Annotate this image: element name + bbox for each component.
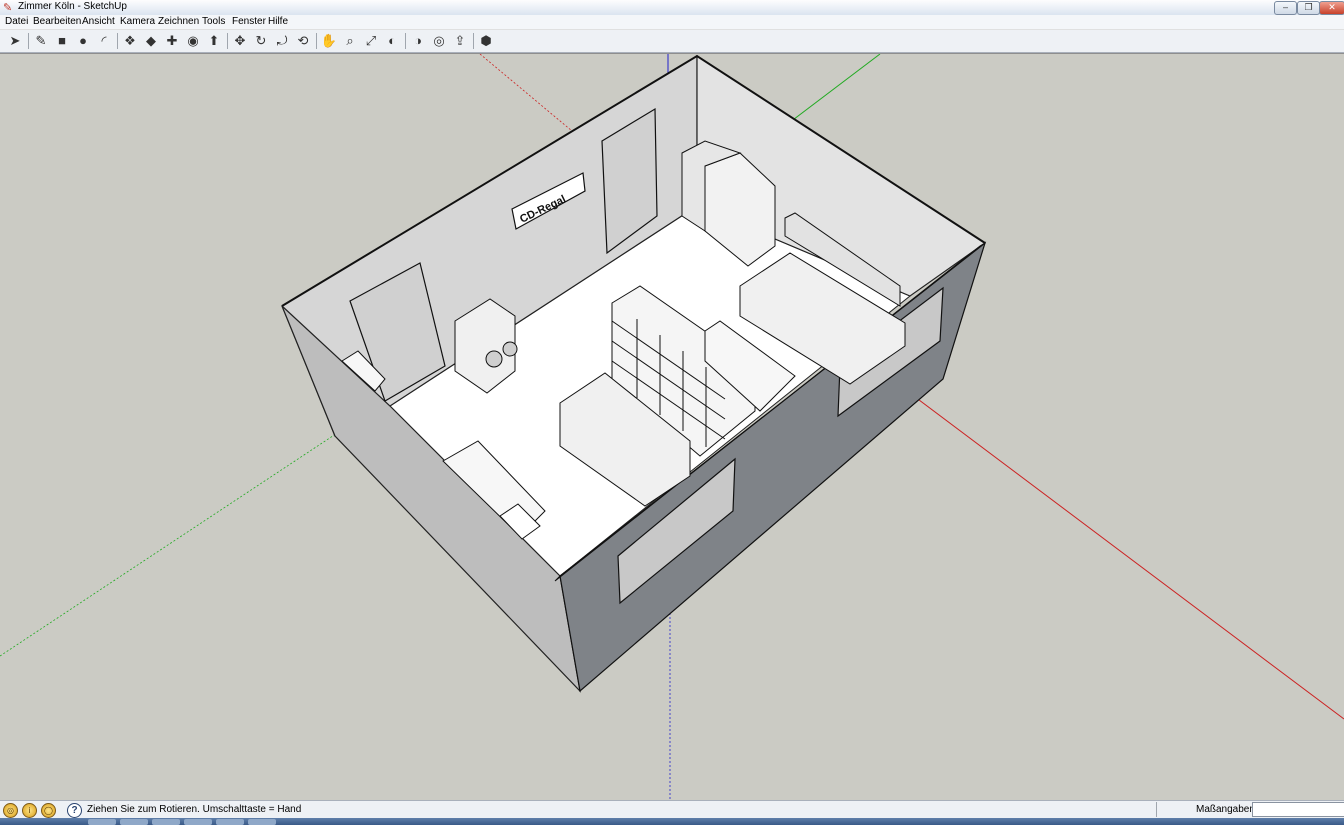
measurements-input[interactable] bbox=[1252, 802, 1344, 817]
os-taskbar bbox=[0, 818, 1344, 825]
toolbar-separator bbox=[117, 33, 118, 49]
toolbar-separator bbox=[405, 33, 406, 49]
credits-icon[interactable]: i bbox=[22, 803, 37, 818]
status-divider bbox=[1156, 802, 1157, 817]
zoom-extents-icon[interactable]: ⤢ bbox=[362, 32, 380, 50]
taskbar-button[interactable] bbox=[152, 819, 180, 825]
warehouse-icon[interactable]: ⬢ bbox=[477, 32, 495, 50]
move-icon[interactable]: ✥ bbox=[231, 32, 249, 50]
menu-bar: Datei Bearbeiten Ansicht Kamera Zeichnen… bbox=[0, 15, 1344, 30]
rotate-icon[interactable]: ↻ bbox=[252, 32, 270, 50]
get-models-icon[interactable]: ◎ bbox=[430, 32, 448, 50]
make-component-icon[interactable]: ❖ bbox=[121, 32, 139, 50]
orbit-icon[interactable]: ⟲ bbox=[294, 32, 312, 50]
title-bar: ✎ Zimmer Köln - SketchUp – ❐ ✕ bbox=[0, 0, 1344, 16]
rectangle-icon[interactable]: ■ bbox=[53, 32, 71, 50]
taskbar-button[interactable] bbox=[216, 819, 244, 825]
next-view-icon[interactable]: ◑ bbox=[409, 32, 427, 50]
tape-measure-icon[interactable]: ✚ bbox=[163, 32, 181, 50]
sketchup-pencil-icon: ✎ bbox=[3, 2, 13, 14]
restore-button[interactable]: ❐ bbox=[1297, 1, 1320, 15]
zoom-icon[interactable]: ⌕ bbox=[341, 32, 359, 50]
taskbar-button[interactable] bbox=[248, 819, 276, 825]
menu-kamera[interactable]: Kamera bbox=[120, 16, 155, 27]
menu-datei[interactable]: Datei bbox=[5, 16, 28, 27]
toolbar-separator bbox=[473, 33, 474, 49]
minimize-button[interactable]: – bbox=[1274, 1, 1297, 15]
pencil-icon[interactable]: ✎ bbox=[32, 32, 50, 50]
status-message: Ziehen Sie zum Rotieren. Umschalttaste =… bbox=[87, 804, 302, 815]
scene-drawing: CD-Regal bbox=[0, 54, 1344, 800]
taskbar-button[interactable] bbox=[184, 819, 212, 825]
geo-location-icon[interactable]: ◎ bbox=[3, 803, 18, 818]
previous-view-icon[interactable]: ◐ bbox=[383, 32, 401, 50]
help-icon[interactable]: ? bbox=[67, 803, 82, 818]
toolbar-separator bbox=[227, 33, 228, 49]
paint-bucket-icon[interactable]: ◉ bbox=[184, 32, 202, 50]
share-model-icon[interactable]: ⇪ bbox=[451, 32, 469, 50]
taskbar-button[interactable] bbox=[120, 819, 148, 825]
circle-icon[interactable]: ● bbox=[74, 32, 92, 50]
menu-ansicht[interactable]: Ansicht bbox=[82, 16, 115, 27]
menu-tools[interactable]: Tools bbox=[202, 16, 225, 27]
toolbar-separator bbox=[28, 33, 29, 49]
main-toolbar: ➤ ✎ ■ ● ◜ ❖ ◆ ✚ ◉ ⬆ ✥ ↻ ⤾ ⟲ ✋ ⌕ ⤢ ◐ ◑ ◎ ⇪ ⬢ bbox=[0, 30, 1344, 53]
arc-icon[interactable]: ◜ bbox=[95, 32, 113, 50]
model-viewport[interactable]: CD-Regal bbox=[0, 53, 1344, 800]
toolbar-separator bbox=[316, 33, 317, 49]
offset-icon[interactable]: ⤾ bbox=[273, 32, 291, 50]
eraser-icon[interactable]: ◆ bbox=[142, 32, 160, 50]
select-icon[interactable]: ➤ bbox=[6, 32, 24, 50]
measurements-label: Maßangaben bbox=[1196, 804, 1255, 815]
push-pull-icon[interactable]: ⬆ bbox=[205, 32, 223, 50]
close-button[interactable]: ✕ bbox=[1319, 1, 1344, 15]
menu-bearbeiten[interactable]: Bearbeiten bbox=[33, 16, 81, 27]
menu-fenster[interactable]: Fenster bbox=[232, 16, 266, 27]
window-title: Zimmer Köln - SketchUp bbox=[18, 1, 127, 12]
user-icon[interactable]: ◯ bbox=[41, 803, 56, 818]
menu-hilfe[interactable]: Hilfe bbox=[268, 16, 288, 27]
taskbar-button[interactable] bbox=[88, 819, 116, 825]
speaker-circle bbox=[485, 350, 503, 368]
pan-icon[interactable]: ✋ bbox=[320, 32, 338, 50]
status-bar: ◎ i ◯ ? Ziehen Sie zum Rotieren. Umschal… bbox=[0, 800, 1344, 818]
speaker-circle bbox=[502, 341, 518, 357]
menu-zeichnen[interactable]: Zeichnen bbox=[158, 16, 199, 27]
